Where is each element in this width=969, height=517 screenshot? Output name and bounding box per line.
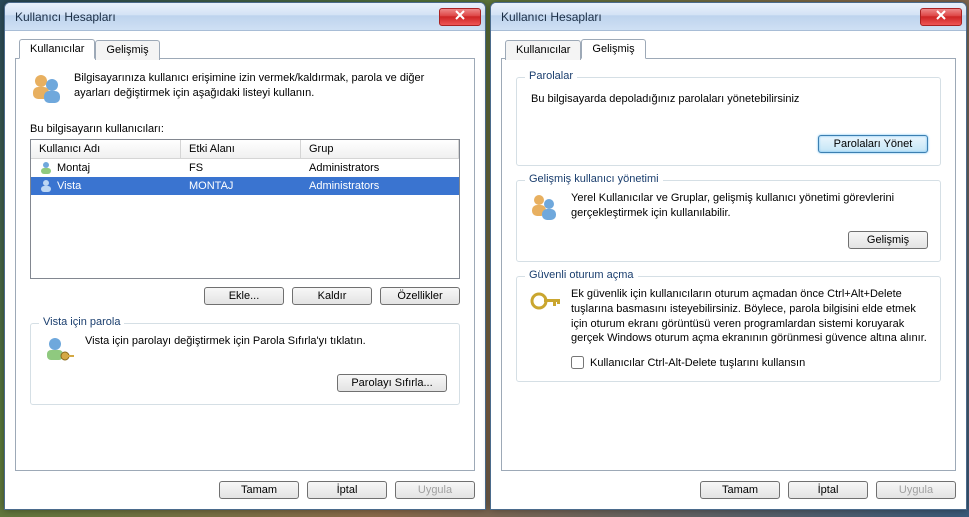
user-listview[interactable]: Kullanıcı Adı Etki Alanı Grup Montaj FS … [30, 139, 460, 279]
titlebar[interactable]: Kullanıcı Hesapları [5, 3, 485, 31]
advanced-mgmt-group: Gelişmiş kullanıcı yönetimi Yerel Kullan… [516, 180, 941, 262]
tab-users[interactable]: Kullanıcılar [19, 39, 95, 59]
list-buttons: Ekle... Kaldır Özellikler [30, 287, 460, 305]
passwords-group: Parolalar Bu bilgisayarda depoladığınız … [516, 77, 941, 166]
key-icon [529, 287, 561, 319]
secure-logon-group: Güvenli oturum açma Ek güvenlik için kul… [516, 276, 941, 382]
secure-logon-legend: Güvenli oturum açma [525, 269, 638, 281]
password-buttons: Parolayı Sıfırla... [43, 374, 447, 392]
cell-group: Administrators [301, 179, 459, 193]
tab-advanced[interactable]: Gelişmiş [581, 39, 645, 59]
col-username[interactable]: Kullanıcı Adı [31, 140, 181, 158]
tab-users[interactable]: Kullanıcılar [505, 40, 581, 60]
intro-text: Bilgisayarınıza kullanıcı erişimine izin… [74, 71, 460, 101]
tabpanel-advanced: Parolalar Bu bilgisayarda depoladığınız … [501, 58, 956, 471]
col-group[interactable]: Grup [301, 140, 459, 158]
users-icon [529, 191, 561, 223]
passwords-legend: Parolalar [525, 70, 577, 82]
tabpanel-users: Bilgisayarınıza kullanıcı erişimine izin… [15, 58, 475, 471]
ok-button[interactable]: Tamam [219, 481, 299, 499]
apply-button[interactable]: Uygula [876, 481, 956, 499]
list-label: Bu bilgisayarın kullanıcıları: [30, 123, 460, 135]
cancel-button[interactable]: İptal [788, 481, 868, 499]
intro-block: Bilgisayarınıza kullanıcı erişimine izin… [30, 71, 460, 105]
close-icon [455, 10, 465, 23]
table-row[interactable]: Montaj FS Administrators [31, 159, 459, 177]
cad-checkbox-row: Kullanıcılar Ctrl-Alt-Delete tuşlarını k… [571, 356, 928, 369]
user-accounts-window-left: Kullanıcı Hesapları Kullanıcılar Gelişmi… [4, 2, 486, 510]
cell-user: Vista [57, 180, 81, 192]
advanced-button[interactable]: Gelişmiş [848, 231, 928, 249]
user-icon [39, 161, 53, 175]
tab-advanced[interactable]: Gelişmiş [95, 40, 159, 60]
table-row[interactable]: Vista MONTAJ Administrators [31, 177, 459, 195]
password-text: Vista için parolayı değiştirmek için Par… [85, 334, 447, 349]
users-icon [30, 71, 64, 105]
user-icon [39, 179, 53, 193]
apply-button[interactable]: Uygula [395, 481, 475, 499]
remove-button[interactable]: Kaldır [292, 287, 372, 305]
cancel-button[interactable]: İptal [307, 481, 387, 499]
manage-passwords-button[interactable]: Parolaları Yönet [818, 135, 928, 153]
cell-group: Administrators [301, 161, 459, 175]
advanced-mgmt-text: Yerel Kullanıcılar ve Gruplar, gelişmiş … [571, 191, 928, 221]
cell-user: Montaj [57, 162, 90, 174]
cad-checkbox-label: Kullanıcılar Ctrl-Alt-Delete tuşlarını k… [590, 357, 805, 369]
close-button[interactable] [439, 8, 481, 26]
close-icon [936, 10, 946, 23]
add-button[interactable]: Ekle... [204, 287, 284, 305]
cell-domain: MONTAJ [181, 179, 301, 193]
tabstrip: Kullanıcılar Gelişmiş [15, 39, 475, 59]
window-title: Kullanıcı Hesapları [15, 10, 439, 24]
password-group-legend: Vista için parola [39, 316, 124, 328]
dialog-footer: Tamam İptal Uygula [15, 471, 475, 499]
close-button[interactable] [920, 8, 962, 26]
cell-domain: FS [181, 161, 301, 175]
secure-logon-text: Ek güvenlik için kullanıcıların oturum a… [571, 287, 928, 346]
tabstrip: Kullanıcılar Gelişmiş [501, 39, 956, 59]
properties-button[interactable]: Özellikler [380, 287, 460, 305]
listview-header: Kullanıcı Adı Etki Alanı Grup [31, 140, 459, 159]
passwords-text: Bu bilgisayarda depoladığınız parolaları… [529, 88, 928, 115]
col-domain[interactable]: Etki Alanı [181, 140, 301, 158]
client-area: Kullanıcılar Gelişmiş Parolalar Bu bilgi… [491, 31, 966, 509]
ok-button[interactable]: Tamam [700, 481, 780, 499]
reset-password-button[interactable]: Parolayı Sıfırla... [337, 374, 447, 392]
cad-checkbox[interactable] [571, 356, 584, 369]
advanced-mgmt-legend: Gelişmiş kullanıcı yönetimi [525, 173, 663, 185]
user-accounts-window-right: Kullanıcı Hesapları Kullanıcılar Gelişmi… [490, 2, 967, 510]
titlebar[interactable]: Kullanıcı Hesapları [491, 3, 966, 31]
password-group: Vista için parola Vista için parolayı de… [30, 323, 460, 405]
client-area: Kullanıcılar Gelişmiş Bilgisayarınıza ku… [5, 31, 485, 509]
dialog-footer: Tamam İptal Uygula [501, 471, 956, 499]
key-user-icon [43, 334, 75, 366]
window-title: Kullanıcı Hesapları [501, 10, 920, 24]
